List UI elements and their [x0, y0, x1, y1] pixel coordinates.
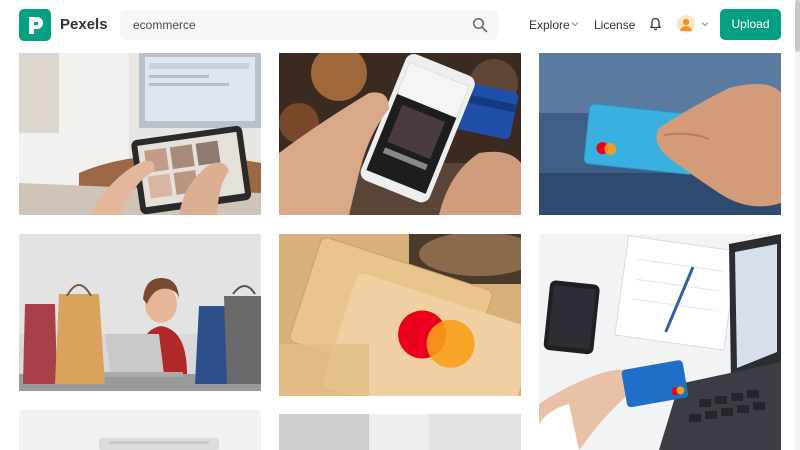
photo-card[interactable]: [279, 234, 521, 396]
photo-credit-card: [539, 53, 781, 215]
photo-card[interactable]: [19, 234, 261, 391]
license-link[interactable]: License: [594, 18, 635, 32]
photo-shopping-bags: [19, 234, 261, 391]
top-navbar: Pexels Explore License Upload: [0, 0, 800, 50]
upload-button[interactable]: Upload: [720, 9, 781, 40]
photo-card[interactable]: [539, 53, 781, 215]
bell-icon[interactable]: [649, 17, 662, 31]
scrollbar-thumb[interactable]: [795, 0, 800, 52]
photo-partial: [279, 414, 521, 450]
avatar-icon[interactable]: [677, 15, 695, 33]
photo-card[interactable]: [539, 234, 781, 450]
pexels-logo-icon[interactable]: [19, 9, 51, 41]
search-bar[interactable]: [120, 10, 498, 40]
photo-card[interactable]: [19, 53, 261, 215]
photo-card[interactable]: [279, 53, 521, 215]
search-icon[interactable]: [472, 17, 488, 33]
photo-phone-card: [279, 53, 521, 215]
photo-card-laptop-phone: [539, 234, 781, 450]
photo-card[interactable]: [279, 414, 521, 450]
chevron-down-icon[interactable]: [571, 21, 579, 27]
photo-tablet-laptop: [19, 53, 261, 215]
photo-card[interactable]: [19, 410, 261, 450]
search-input[interactable]: [120, 10, 460, 40]
explore-menu[interactable]: Explore: [529, 18, 570, 32]
page-scrollbar[interactable]: [795, 0, 800, 450]
chevron-down-icon[interactable]: [701, 21, 709, 27]
brand-name[interactable]: Pexels: [60, 16, 108, 33]
photo-partial: [19, 410, 261, 450]
photo-cards-closeup: [279, 234, 521, 396]
